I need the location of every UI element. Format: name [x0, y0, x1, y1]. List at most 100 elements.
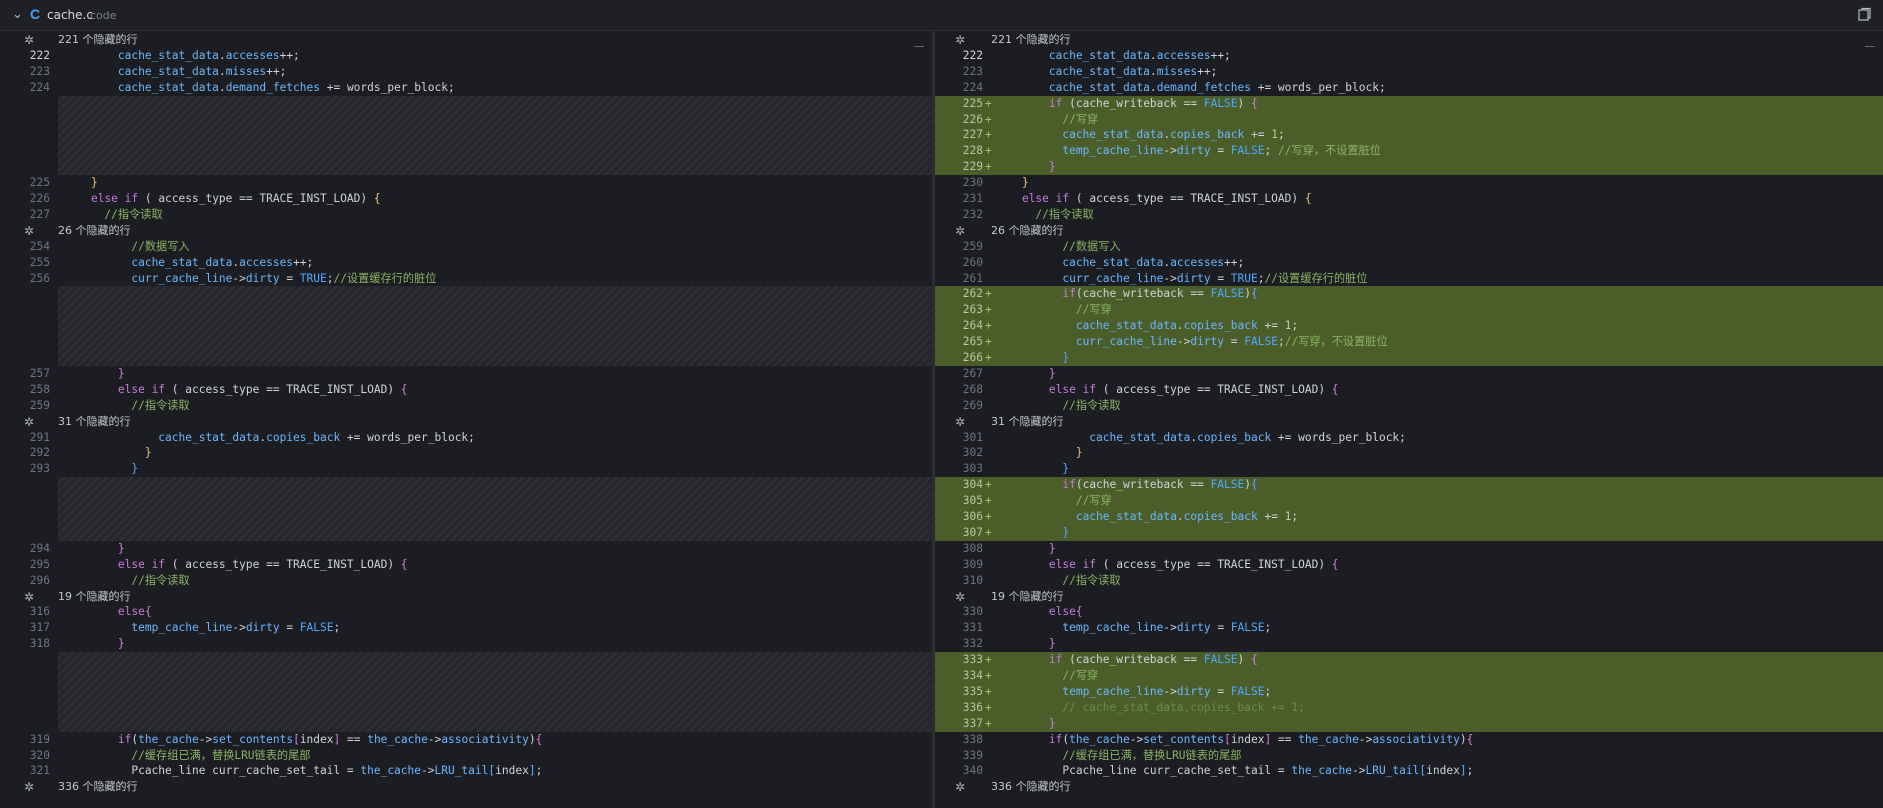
code-text[interactable]: }: [995, 525, 1069, 541]
hidden-lines-expander[interactable]: ✲ 19 个隐藏的行: [935, 589, 1883, 605]
hidden-lines-label[interactable]: 336 个隐藏的行: [58, 779, 138, 795]
code-text[interactable]: }: [995, 175, 1029, 191]
code-text[interactable]: temp_cache_line->dirty = FALSE;: [995, 620, 1271, 636]
hidden-lines-label[interactable]: 26 个隐藏的行: [991, 223, 1064, 239]
code-text[interactable]: else if ( access_type == TRACE_INST_LOAD…: [64, 557, 408, 573]
file-name[interactable]: cache.c: [47, 8, 93, 22]
code-text[interactable]: cache_stat_data.accesses++;: [995, 255, 1244, 271]
code-text[interactable]: cache_stat_data.copies_back += 1;: [995, 318, 1298, 334]
code-text[interactable]: }: [64, 175, 98, 191]
hidden-lines-expander[interactable]: ✲ 336 个隐藏的行: [0, 779, 932, 795]
hidden-lines-label[interactable]: 221 个隐藏的行: [991, 32, 1071, 48]
hidden-lines-expander[interactable]: ✲ 336 个隐藏的行: [935, 779, 1883, 795]
code-text[interactable]: Pcache_line curr_cache_set_tail = the_ca…: [995, 763, 1473, 779]
unfold-icon[interactable]: ✲: [24, 414, 34, 430]
code-text[interactable]: }: [995, 350, 1069, 366]
code-text[interactable]: //指令读取: [995, 398, 1120, 414]
code-text[interactable]: cache_stat_data.copies_back += words_per…: [995, 430, 1406, 446]
code-text[interactable]: else if ( access_type == TRACE_INST_LOAD…: [64, 382, 408, 398]
code-text[interactable]: else{: [995, 604, 1083, 620]
unfold-icon[interactable]: ✲: [24, 779, 34, 795]
code-text[interactable]: //数据写入: [995, 239, 1120, 255]
code-text[interactable]: else{: [64, 604, 152, 620]
code-text[interactable]: //指令读取: [995, 573, 1120, 589]
code-text[interactable]: //指令读取: [64, 207, 162, 223]
code-text[interactable]: temp_cache_line->dirty = FALSE;: [995, 684, 1271, 700]
hidden-lines-label[interactable]: 31 个隐藏的行: [991, 414, 1064, 430]
hidden-lines-expander[interactable]: ✲ 221 个隐藏的行: [0, 32, 932, 48]
code-text[interactable]: cache_stat_data.misses++;: [64, 64, 286, 80]
code-text[interactable]: //缓存组已满，替换LRU链表的尾部: [64, 748, 310, 764]
unfold-icon[interactable]: ✲: [955, 589, 965, 605]
code-text[interactable]: if(cache_writeback == FALSE){: [995, 286, 1257, 302]
code-text[interactable]: //写穿: [995, 112, 1098, 128]
hidden-lines-label[interactable]: 19 个隐藏的行: [58, 589, 131, 605]
code-text[interactable]: else if ( access_type == TRACE_INST_LOAD…: [995, 382, 1339, 398]
code-text[interactable]: cache_stat_data.accesses++;: [995, 48, 1231, 64]
code-text[interactable]: //写穿: [995, 668, 1098, 684]
code-text[interactable]: curr_cache_line->dirty = TRUE;//设置缓存行的脏位: [64, 271, 436, 287]
code-text[interactable]: }: [995, 636, 1056, 652]
code-text[interactable]: if(the_cache->set_contents[index] == the…: [64, 732, 542, 748]
code-text[interactable]: else if ( access_type == TRACE_INST_LOAD…: [995, 191, 1312, 207]
code-text[interactable]: //指令读取: [64, 573, 189, 589]
code-text[interactable]: }: [64, 541, 125, 557]
code-text[interactable]: }: [995, 541, 1056, 557]
code-text[interactable]: Pcache_line curr_cache_set_tail = the_ca…: [64, 763, 542, 779]
code-text[interactable]: temp_cache_line->dirty = FALSE; //写穿，不设置…: [995, 143, 1381, 159]
code-text[interactable]: cache_stat_data.accesses++;: [64, 48, 300, 64]
unfold-icon[interactable]: ✲: [24, 223, 34, 239]
hidden-lines-label[interactable]: 26 个隐藏的行: [58, 223, 131, 239]
hidden-lines-label[interactable]: 221 个隐藏的行: [58, 32, 138, 48]
code-text[interactable]: }: [995, 445, 1083, 461]
hidden-lines-label[interactable]: 31 个隐藏的行: [58, 414, 131, 430]
unfold-icon[interactable]: ✲: [955, 779, 965, 795]
code-text[interactable]: // cache_stat_data.copies_back += 1;: [995, 700, 1304, 716]
code-text[interactable]: else if ( access_type == TRACE_INST_LOAD…: [64, 191, 381, 207]
code-text[interactable]: if(the_cache->set_contents[index] == the…: [995, 732, 1473, 748]
code-text[interactable]: //缓存组已满，替换LRU链表的尾部: [995, 748, 1241, 764]
hidden-lines-expander[interactable]: ✲ 31 个隐藏的行: [935, 414, 1883, 430]
code-text[interactable]: else if ( access_type == TRACE_INST_LOAD…: [995, 557, 1339, 573]
hidden-lines-expander[interactable]: ✲ 26 个隐藏的行: [0, 223, 932, 239]
code-text[interactable]: }: [64, 445, 152, 461]
code-text[interactable]: }: [64, 636, 125, 652]
code-text[interactable]: //写穿: [995, 302, 1112, 318]
code-text[interactable]: }: [64, 461, 138, 477]
code-text[interactable]: temp_cache_line->dirty = FALSE;: [64, 620, 340, 636]
code-text[interactable]: }: [995, 716, 1056, 732]
code-text[interactable]: if (cache_writeback == FALSE) {: [995, 96, 1258, 112]
code-text[interactable]: //数据写入: [64, 239, 189, 255]
hidden-lines-expander[interactable]: ✲ 31 个隐藏的行: [0, 414, 932, 430]
code-text[interactable]: //指令读取: [64, 398, 189, 414]
code-text[interactable]: if(cache_writeback == FALSE){: [995, 477, 1257, 493]
unfold-icon[interactable]: ✲: [955, 32, 965, 48]
code-text[interactable]: cache_stat_data.misses++;: [995, 64, 1217, 80]
code-text[interactable]: cache_stat_data.accesses++;: [64, 255, 313, 271]
code-text[interactable]: cache_stat_data.demand_fetches += words_…: [995, 80, 1386, 96]
code-text[interactable]: }: [995, 461, 1069, 477]
hidden-lines-label[interactable]: 19 个隐藏的行: [991, 589, 1064, 605]
unfold-icon[interactable]: ✲: [24, 589, 34, 605]
hidden-lines-expander[interactable]: ✲ 19 个隐藏的行: [0, 589, 932, 605]
code-text[interactable]: cache_stat_data.demand_fetches += words_…: [64, 80, 455, 96]
code-text[interactable]: }: [64, 366, 125, 382]
code-text[interactable]: cache_stat_data.copies_back += 1;: [995, 509, 1298, 525]
code-text[interactable]: //指令读取: [995, 207, 1093, 223]
code-text[interactable]: curr_cache_line->dirty = FALSE;//写穿，不设置脏…: [995, 334, 1388, 350]
unfold-icon[interactable]: ✲: [955, 223, 965, 239]
hidden-lines-label[interactable]: 336 个隐藏的行: [991, 779, 1071, 795]
code-text[interactable]: }: [995, 159, 1056, 175]
code-text[interactable]: }: [995, 366, 1056, 382]
code-text[interactable]: //写穿: [995, 493, 1112, 509]
unfold-icon[interactable]: ✲: [955, 414, 965, 430]
diff-original-pane[interactable]: ✲ 221 个隐藏的行 222 cache_stat_data.accesses++…: [0, 30, 932, 808]
unfold-icon[interactable]: ✲: [24, 32, 34, 48]
code-text[interactable]: curr_cache_line->dirty = TRUE;//设置缓存行的脏位: [995, 271, 1367, 287]
diff-modified-pane[interactable]: ✲ 221 个隐藏的行 222 cache_stat_data.accesses++…: [935, 30, 1883, 808]
chevron-down-icon[interactable]: ⌄: [12, 7, 23, 22]
code-text[interactable]: cache_stat_data.copies_back += 1;: [995, 127, 1284, 143]
hidden-lines-expander[interactable]: ✲ 26 个隐藏的行: [935, 223, 1883, 239]
hidden-lines-expander[interactable]: ✲ 221 个隐藏的行: [935, 32, 1883, 48]
open-file-icon[interactable]: [1856, 7, 1872, 23]
